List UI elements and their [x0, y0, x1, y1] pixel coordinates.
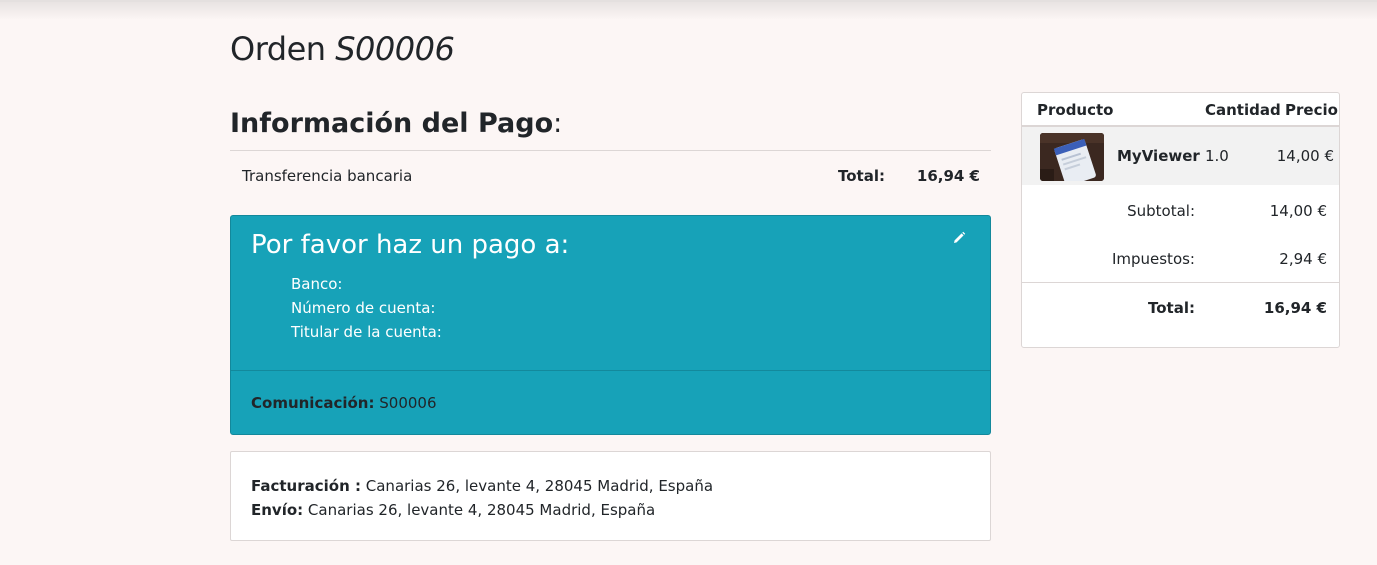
header-product: Producto [1037, 101, 1114, 119]
bank-box-divider [231, 370, 990, 371]
order-title-prefix: Orden [230, 30, 326, 68]
payment-total-value: 16,94 € [916, 167, 980, 185]
header-quantity: Cantidad [1205, 101, 1281, 119]
payment-method: Transferencia bancaria [242, 167, 413, 185]
billing-value: Canarias 26, levante 4, 28045 Madrid, Es… [361, 477, 714, 495]
account-number-label: Número de cuenta: [291, 299, 436, 317]
summary-total-value: 16,94 € [1263, 299, 1327, 317]
product-name[interactable]: MyViewer [1117, 147, 1200, 165]
payment-summary-row: Transferencia bancaria Total: 16,94 € [230, 150, 991, 200]
shipping-address: Envío: Canarias 26, levante 4, 28045 Mad… [251, 498, 970, 522]
product-quantity: 1.0 [1205, 147, 1229, 165]
subtotal-value: 14,00 € [1269, 202, 1327, 220]
order-summary-card: Producto Cantidad Precio MyViewer 1.0 14… [1021, 92, 1340, 348]
order-number: S00006 [335, 30, 455, 68]
billing-address: Facturación : Canarias 26, levante 4, 28… [251, 474, 970, 498]
subtotal-label: Subtotal: [1127, 202, 1195, 220]
top-bar-shadow [0, 0, 1377, 20]
payment-instructions-heading: Por favor haz un pago a: [251, 230, 570, 260]
summary-total-label: Total: [1148, 299, 1195, 317]
product-price: 14,00 € [1276, 147, 1334, 165]
payment-communication: Comunicación: S00006 [251, 394, 437, 412]
payment-section-title: Información del Pago: [230, 108, 562, 139]
payment-section-title-text: Información del Pago [230, 108, 554, 139]
payment-section-title-colon: : [553, 108, 563, 139]
billing-label: Facturación : [251, 477, 361, 495]
communication-value: S00006 [374, 394, 437, 412]
summary-divider [1022, 282, 1339, 283]
bank-name-label: Banco: [291, 275, 343, 293]
summary-header: Producto Cantidad Precio [1022, 93, 1339, 127]
product-row: MyViewer 1.0 14,00 € [1022, 127, 1339, 185]
taxes-label: Impuestos: [1111, 250, 1195, 268]
address-box: Facturación : Canarias 26, levante 4, 28… [230, 451, 991, 541]
pencil-icon[interactable] [952, 230, 966, 244]
shipping-value: Canarias 26, levante 4, 28045 Madrid, Es… [303, 501, 656, 519]
account-holder-label: Titular de la cuenta: [291, 323, 442, 341]
product-thumbnail[interactable] [1040, 133, 1104, 181]
bank-details: Banco: Número de cuenta: Titular de la c… [291, 272, 442, 344]
payment-instructions-box: Por favor haz un pago a: Banco: Número d… [230, 215, 991, 435]
header-price: Precio [1285, 101, 1338, 119]
page-title: Orden S00006 [230, 30, 455, 68]
taxes-value: 2,94 € [1279, 250, 1327, 268]
shipping-label: Envío: [251, 501, 304, 519]
payment-total-label: Total: [838, 167, 885, 185]
communication-label: Comunicación: [251, 394, 375, 412]
